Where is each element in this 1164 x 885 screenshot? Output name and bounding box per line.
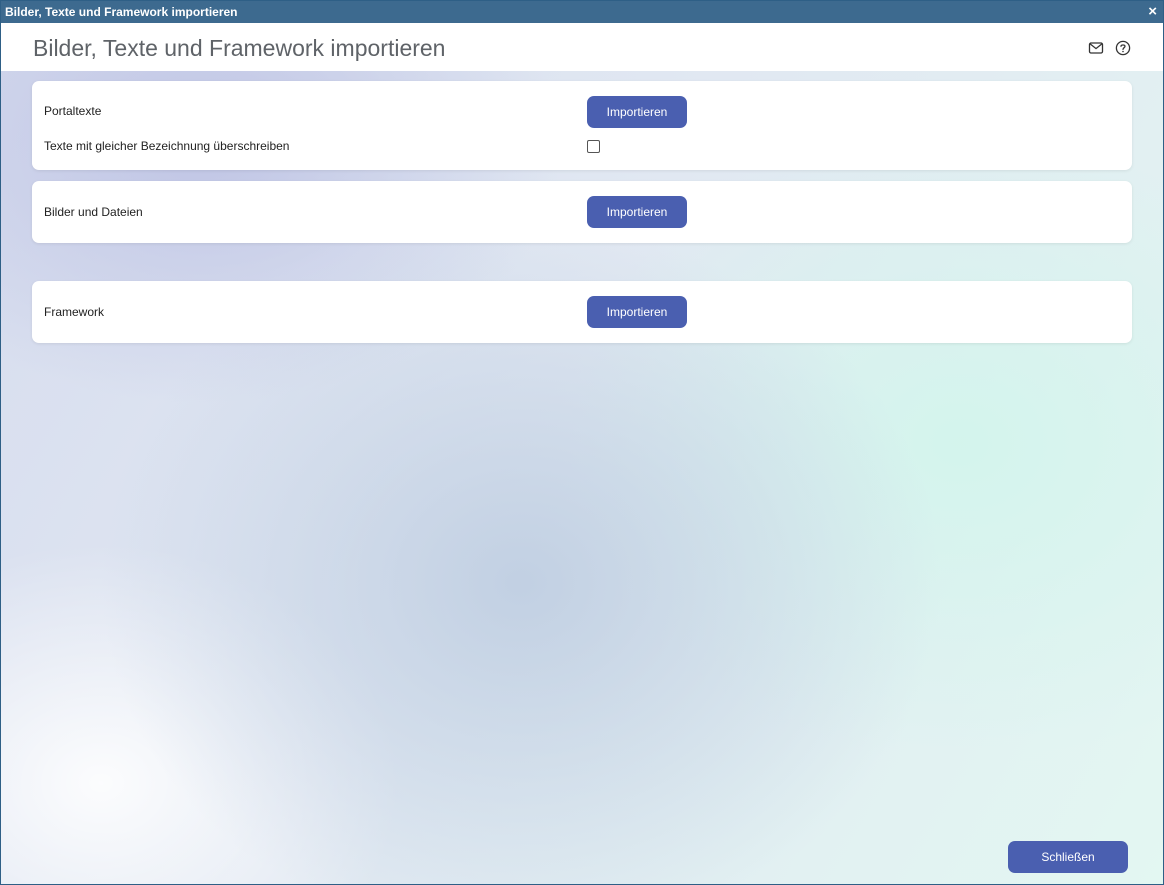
help-icon[interactable] [1115,40,1131,56]
portaltexte-card: Portaltexte Importieren Texte mit gleich… [32,81,1132,170]
overwrite-option-label: Texte mit gleicher Bezeichnung überschre… [44,139,290,153]
portaltexte-label: Portaltexte [44,104,102,118]
import-bilder-dateien-button[interactable]: Importieren [587,196,687,228]
close-icon[interactable]: × [1148,1,1157,23]
bilder-dateien-card: Bilder und Dateien Importieren [32,181,1132,243]
bilder-dateien-label: Bilder und Dateien [44,205,143,219]
framework-label: Framework [44,305,105,319]
overwrite-checkbox[interactable] [587,140,600,153]
close-button[interactable]: Schließen [1008,841,1128,873]
window-titlebar[interactable]: Bilder, Texte und Framework importieren … [1,1,1163,23]
mail-icon[interactable] [1088,40,1104,56]
window-title: Bilder, Texte und Framework importieren [5,5,238,19]
import-portaltexte-button[interactable]: Importieren [587,96,687,128]
framework-card: Framework Importieren [32,281,1132,343]
dialog-content: Bilder, Texte und Framework importieren … [1,23,1163,884]
import-framework-button[interactable]: Importieren [587,296,687,328]
page-title: Bilder, Texte und Framework importieren [33,35,446,61]
dialog-header: Bilder, Texte und Framework importieren [1,23,1163,71]
import-dialog: Bilder, Texte und Framework importieren … [0,0,1164,885]
